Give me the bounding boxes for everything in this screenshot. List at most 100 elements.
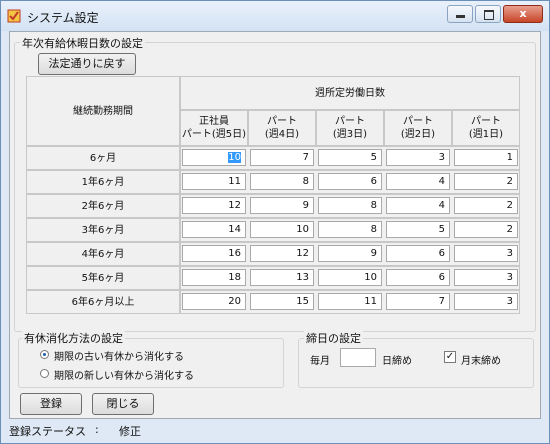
days-value: 2 [506, 224, 513, 235]
days-value: 4 [438, 200, 445, 211]
month-end-checkbox[interactable]: ✓ [444, 351, 456, 363]
days-input[interactable]: 5 [386, 221, 450, 238]
days-value: 3 [438, 152, 445, 163]
days-value: 9 [302, 200, 309, 211]
days-value: 18 [228, 272, 241, 283]
client-area: 年次有給休暇日数の設定 法定通りに戻す 継続勤務期間 週所定労働日数 正社員 パート… [9, 31, 541, 419]
radio-oldest-first-label[interactable]: 期限の古い有休から消化する [54, 348, 184, 363]
days-input[interactable]: 10 [318, 269, 382, 286]
days-input[interactable]: 9 [250, 197, 314, 214]
status-label: 登録ステータス [9, 425, 86, 438]
closing-day-input[interactable] [340, 348, 376, 367]
days-value: 11 [364, 296, 377, 307]
closing-day-title: 締日の設定 [304, 330, 363, 346]
status-bar: 登録ステータス : 修正 [9, 421, 541, 439]
days-input[interactable]: 11 [318, 293, 382, 310]
title-bar[interactable]: システム設定 x [1, 1, 549, 31]
days-value: 10 [228, 152, 241, 163]
days-input[interactable]: 6 [386, 269, 450, 286]
days-value: 14 [228, 224, 241, 235]
days-input[interactable]: 16 [182, 245, 246, 262]
days-input[interactable]: 1 [454, 149, 518, 166]
status-value: 修正 [119, 425, 141, 438]
window-title: システム設定 [27, 11, 99, 25]
days-input[interactable]: 11 [182, 173, 246, 190]
radio-newest-first-label[interactable]: 期限の新しい有休から消化する [54, 367, 194, 382]
days-input[interactable]: 4 [386, 173, 450, 190]
status-separator: : [95, 423, 99, 436]
days-input[interactable]: 10 [182, 149, 246, 166]
days-value: 1 [506, 152, 513, 163]
days-value: 4 [438, 176, 445, 187]
days-input[interactable]: 2 [454, 173, 518, 190]
minimize-button[interactable] [447, 5, 473, 23]
days-input[interactable]: 8 [318, 221, 382, 238]
days-input[interactable]: 8 [250, 173, 314, 190]
days-input[interactable]: 3 [454, 293, 518, 310]
row-header: 継続勤務期間 [26, 76, 180, 146]
days-value: 6 [438, 272, 445, 283]
app-icon [7, 9, 21, 23]
days-input[interactable]: 3 [386, 149, 450, 166]
days-input[interactable]: 13 [250, 269, 314, 286]
days-value: 12 [296, 248, 309, 259]
register-button[interactable]: 登録 [20, 393, 82, 415]
close-window-button[interactable]: x [503, 5, 543, 23]
radio-newest-first[interactable] [40, 369, 49, 378]
days-value: 6 [370, 176, 377, 187]
days-input[interactable]: 12 [182, 197, 246, 214]
days-value: 2 [506, 176, 513, 187]
days-input[interactable]: 2 [454, 197, 518, 214]
every-month-label: 毎月 [310, 356, 330, 367]
days-input[interactable]: 6 [386, 245, 450, 262]
days-value: 11 [228, 176, 241, 187]
annual-leave-group-title: 年次有給休暇日数の設定 [20, 35, 145, 51]
days-value: 8 [370, 200, 377, 211]
days-value: 9 [370, 248, 377, 259]
days-input[interactable]: 10 [250, 221, 314, 238]
days-input[interactable]: 4 [386, 197, 450, 214]
days-input[interactable]: 15 [250, 293, 314, 310]
row-label: 6年6ヶ月以上 [26, 290, 180, 314]
days-value: 12 [228, 200, 241, 211]
days-input[interactable]: 7 [250, 149, 314, 166]
days-input[interactable]: 5 [318, 149, 382, 166]
days-input[interactable]: 3 [454, 269, 518, 286]
days-value: 5 [438, 224, 445, 235]
days-input[interactable]: 8 [318, 197, 382, 214]
days-value: 16 [228, 248, 241, 259]
days-input[interactable]: 9 [318, 245, 382, 262]
days-value: 5 [370, 152, 377, 163]
days-input[interactable]: 18 [182, 269, 246, 286]
days-input[interactable]: 7 [386, 293, 450, 310]
column-header: パート (週1日) [452, 110, 520, 146]
days-input[interactable]: 12 [250, 245, 314, 262]
days-value: 3 [506, 296, 513, 307]
row-label: 4年6ヶ月 [26, 242, 180, 266]
month-end-label[interactable]: 月末締め [461, 352, 501, 367]
days-input[interactable]: 6 [318, 173, 382, 190]
row-label: 1年6ヶ月 [26, 170, 180, 194]
weekly-days-header: 週所定労働日数 [180, 76, 520, 110]
days-value: 3 [506, 248, 513, 259]
column-header: 正社員 パート(週5日) [180, 110, 248, 146]
maximize-button[interactable] [475, 5, 501, 23]
days-value: 8 [370, 224, 377, 235]
days-value: 8 [302, 176, 309, 187]
days-input[interactable]: 20 [182, 293, 246, 310]
system-settings-window: システム設定 x 年次有給休暇日数の設定 法定通りに戻す 継続勤務期間 週所定労働… [0, 0, 550, 444]
days-value: 2 [506, 200, 513, 211]
column-header: パート (週2日) [384, 110, 452, 146]
days-input[interactable]: 3 [454, 245, 518, 262]
close-icon: x [519, 7, 527, 20]
close-button[interactable]: 閉じる [92, 393, 154, 415]
reset-to-legal-button[interactable]: 法定通りに戻す [38, 53, 136, 75]
days-input[interactable]: 2 [454, 221, 518, 238]
row-label: 3年6ヶ月 [26, 218, 180, 242]
days-input[interactable]: 14 [182, 221, 246, 238]
days-value: 3 [506, 272, 513, 283]
column-header: パート (週4日) [248, 110, 316, 146]
days-value: 13 [296, 272, 309, 283]
days-value: 6 [438, 248, 445, 259]
radio-oldest-first[interactable] [40, 350, 49, 359]
